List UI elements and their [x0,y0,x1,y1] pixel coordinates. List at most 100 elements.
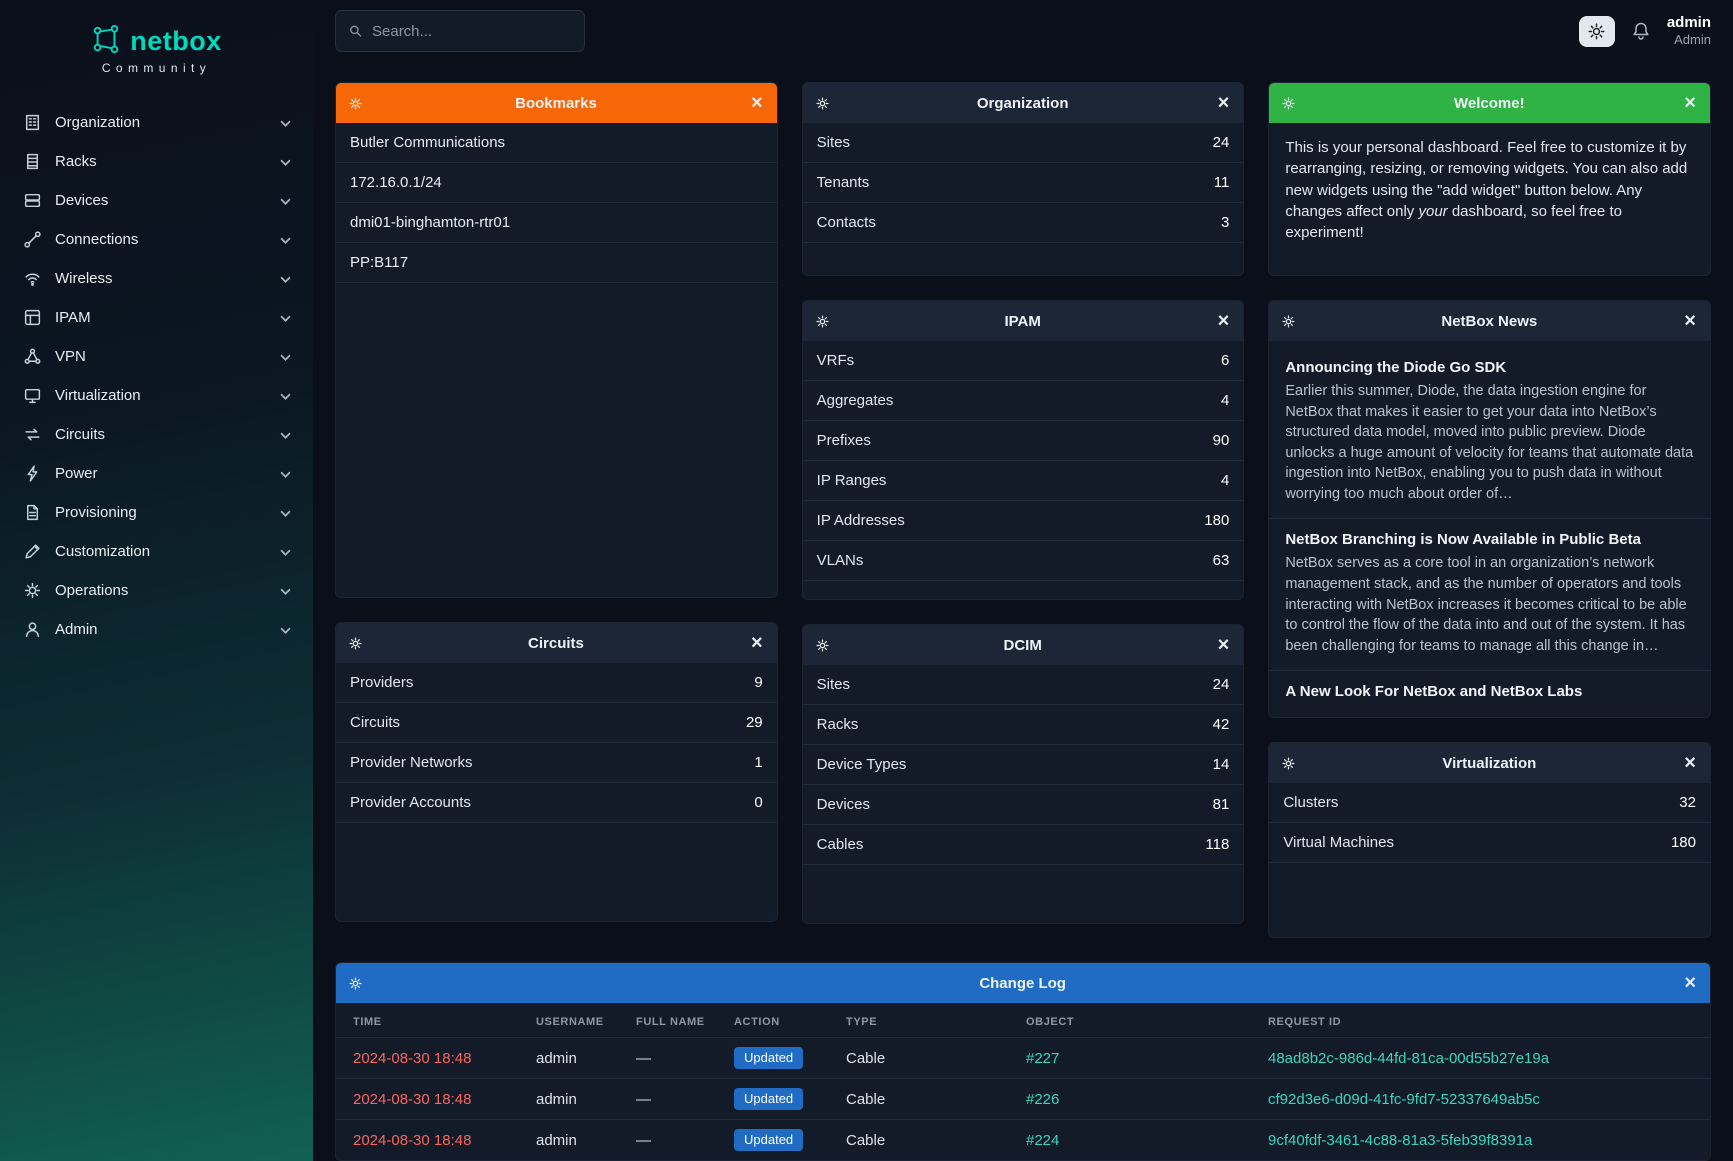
sidebar-item-devices[interactable]: Devices [0,181,313,220]
widget-bookmarks: Bookmarks × Butler Communications 172.16… [335,82,778,598]
widget-config-icon[interactable] [348,96,363,111]
widget-close-icon[interactable]: × [1682,93,1698,113]
widget-close-icon[interactable]: × [1682,753,1698,773]
stat-row[interactable]: Circuits 29 [336,703,777,743]
chevron-down-icon [280,153,291,170]
stat-row[interactable]: Device Types 14 [803,745,1244,785]
stat-row[interactable]: IP Addresses 180 [803,501,1244,541]
widget-header: Change Log × [336,963,1710,1003]
sidebar-item-operations[interactable]: Operations [0,571,313,610]
stat-row[interactable]: Devices 81 [803,785,1244,825]
widget-close-icon[interactable]: × [749,93,765,113]
search-input[interactable] [372,23,571,40]
stat-row[interactable]: VRFs 6 [803,341,1244,381]
widget-config-icon[interactable] [815,314,830,329]
stat-row[interactable]: Clusters 32 [1269,783,1710,823]
sidebar-item-label: VPN [55,348,267,365]
sidebar-item-customization[interactable]: Customization [0,532,313,571]
widget-config-icon[interactable] [1281,314,1296,329]
stat-row[interactable]: Sites 24 [803,665,1244,705]
notifications-button[interactable] [1631,21,1651,41]
sidebar-item-ipam[interactable]: IPAM [0,298,313,337]
customization-icon [22,542,42,562]
stat-row[interactable]: Aggregates 4 [803,381,1244,421]
widget-config-icon[interactable] [815,638,830,653]
changelog-object-link[interactable]: #227 [1026,1050,1059,1067]
bookmark-item[interactable]: Butler Communications [336,123,777,163]
stat-row[interactable]: Cables 118 [803,825,1244,865]
changelog-object-link[interactable]: #224 [1026,1132,1059,1149]
widget-title: Welcome! [1296,95,1682,112]
widget-close-icon[interactable]: × [749,633,765,653]
stat-row[interactable]: Sites 24 [803,123,1244,163]
changelog-time-link[interactable]: 2024-08-30 18:48 [353,1132,471,1149]
changelog-request-id-link[interactable]: 48ad8b2c-986d-44fd-81ca-00d55b27e19a [1268,1050,1549,1067]
sidebar-item-circuits[interactable]: Circuits [0,415,313,454]
stat-list: Providers 9 Circuits 29 Provider Network… [336,663,777,823]
stat-value: 4 [1221,392,1229,409]
sidebar-item-admin[interactable]: Admin [0,610,313,649]
widget-config-icon[interactable] [1281,756,1296,771]
widget-close-icon[interactable]: × [1682,973,1698,993]
widget-close-icon[interactable]: × [1682,311,1698,331]
stat-list: Clusters 32 Virtual Machines 180 [1269,783,1710,863]
sidebar-item-power[interactable]: Power [0,454,313,493]
sidebar-item-provisioning[interactable]: Provisioning [0,493,313,532]
stat-row[interactable]: Provider Accounts 0 [336,783,777,823]
changelog-object-link[interactable]: #226 [1026,1091,1059,1108]
news-item-title[interactable]: NetBox Branching is Now Available in Pub… [1285,531,1694,548]
stat-list: VRFs 6 Aggregates 4 Prefixes 90 [803,341,1244,581]
stat-value: 32 [1679,794,1696,811]
changelog-time-link[interactable]: 2024-08-30 18:48 [353,1091,471,1108]
bookmark-item[interactable]: PP:B117 [336,243,777,283]
stat-row[interactable]: Tenants 11 [803,163,1244,203]
sidebar-item-vpn[interactable]: VPN [0,337,313,376]
search-box[interactable] [335,10,585,52]
stat-row[interactable]: Provider Networks 1 [336,743,777,783]
virtualization-icon [22,386,42,406]
stat-row[interactable]: Contacts 3 [803,203,1244,243]
stat-label: Providers [350,674,413,691]
chevron-down-icon [280,543,291,560]
widget-close-icon[interactable]: × [1216,93,1232,113]
widget-config-icon[interactable] [815,96,830,111]
brand[interactable]: netbox Community [0,24,313,75]
sidebar-item-wireless[interactable]: Wireless [0,259,313,298]
changelog-request-id-link[interactable]: cf92d3e6-d09d-41fc-9fd7-52337649ab5c [1268,1091,1540,1108]
user-menu[interactable]: admin Admin [1667,14,1711,49]
theme-toggle-button[interactable] [1579,16,1615,47]
widget-config-icon[interactable] [1281,96,1296,111]
widget-virtualization: Virtualization × Clusters 32 Virtual Mac… [1268,742,1711,938]
stat-row[interactable]: VLANs 63 [803,541,1244,581]
widget-header: Circuits × [336,623,777,663]
stat-value: 9 [754,674,762,691]
widget-close-icon[interactable]: × [1216,635,1232,655]
stat-value: 0 [754,794,762,811]
changelog-request-id-link[interactable]: 9cf40fdf-3461-4c88-81a3-5feb39f8391a [1268,1132,1532,1149]
column-header-request-id: REQUEST ID [1258,1003,1710,1038]
devices-icon [22,191,42,211]
sidebar-item-connections[interactable]: Connections [0,220,313,259]
sidebar-item-virtualization[interactable]: Virtualization [0,376,313,415]
bookmark-item[interactable]: 172.16.0.1/24 [336,163,777,203]
sidebar-item-racks[interactable]: Racks [0,142,313,181]
widget-close-icon[interactable]: × [1216,311,1232,331]
chevron-down-icon [280,231,291,248]
bookmark-item[interactable]: dmi01-binghamton-rtr01 [336,203,777,243]
stat-row[interactable]: Racks 42 [803,705,1244,745]
bookmarks-list: Butler Communications 172.16.0.1/24 dmi0… [336,123,777,283]
widget-config-icon[interactable] [348,636,363,651]
news-item-title[interactable]: Announcing the Diode Go SDK [1285,359,1694,376]
stat-row[interactable]: Virtual Machines 180 [1269,823,1710,863]
stat-row[interactable]: IP Ranges 4 [803,461,1244,501]
user-role: Admin [1667,32,1711,48]
widget-config-icon[interactable] [348,976,363,991]
news-item-title[interactable]: A New Look For NetBox and NetBox Labs [1285,683,1694,700]
stat-row[interactable]: Providers 9 [336,663,777,703]
sidebar-item-label: Devices [55,192,267,209]
widget-netbox-news: NetBox News × Announcing the Diode Go SD… [1268,300,1711,718]
changelog-time-link[interactable]: 2024-08-30 18:48 [353,1050,471,1067]
stat-row[interactable]: Prefixes 90 [803,421,1244,461]
news-item: Announcing the Diode Go SDK Earlier this… [1269,347,1710,518]
sidebar-item-organization[interactable]: Organization [0,103,313,142]
